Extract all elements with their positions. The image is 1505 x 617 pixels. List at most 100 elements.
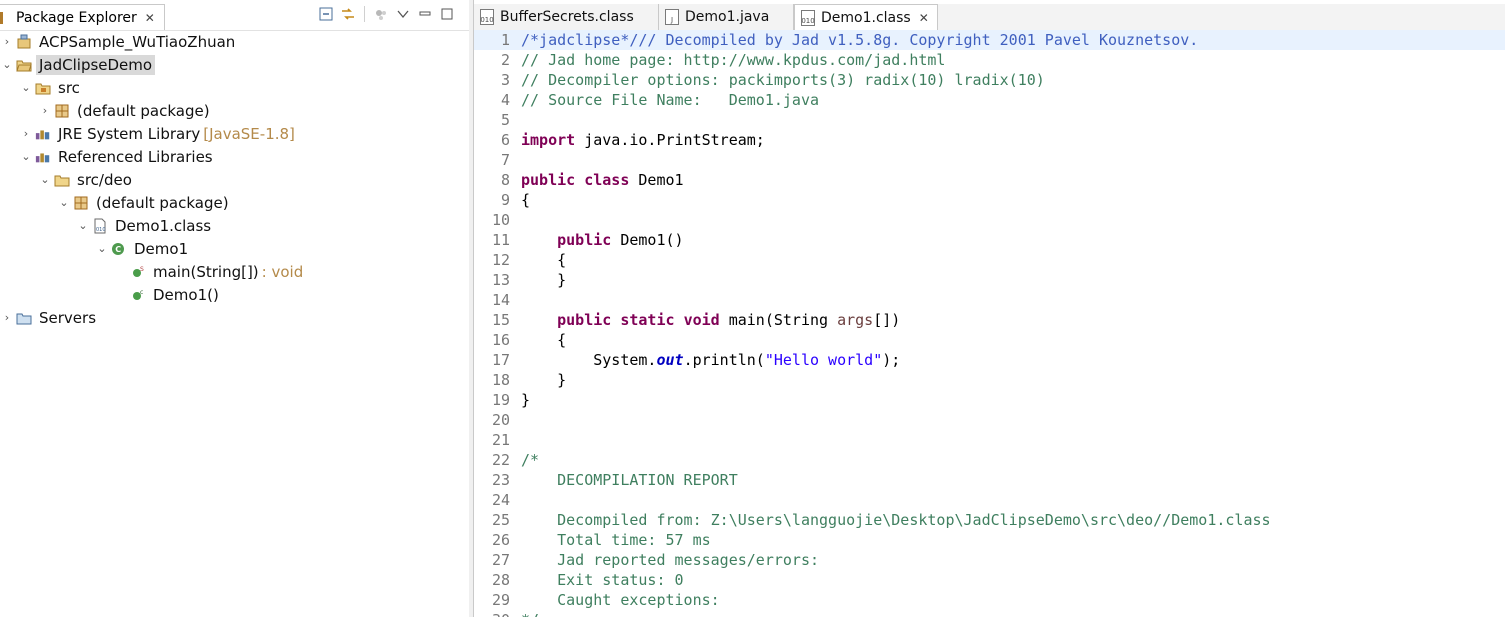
code-line[interactable]: 6 import java.io.PrintStream;	[474, 130, 1505, 150]
close-icon[interactable]: ✕	[145, 11, 155, 25]
maximize-icon[interactable]	[439, 6, 455, 22]
code-line[interactable]: 15 public static void main(String args[]…	[474, 310, 1505, 330]
code-line[interactable]: 9{	[474, 190, 1505, 210]
minimize-icon[interactable]	[417, 6, 433, 22]
collapsed-arrow-icon[interactable]: ›	[0, 311, 14, 324]
tree-item[interactable]: ⌄ 010 Demo1.class	[0, 214, 469, 237]
code-token: }	[521, 271, 567, 289]
code-line[interactable]: 5	[474, 110, 1505, 130]
code-line[interactable]: 17 System.out.println("Hello world");	[474, 350, 1505, 370]
expanded-arrow-icon[interactable]: ⌄	[76, 219, 90, 232]
editor-tab-bar: 010 BufferSecrets.class J Demo1.java 010 Demo…	[474, 4, 1505, 31]
code-area[interactable]: 1 /*jadclipse*/// Decompiled by Jad v1.5.…	[474, 30, 1505, 617]
code-line[interactable]: 24	[474, 490, 1505, 510]
code-line[interactable]: 26 Total time: 57 ms	[474, 530, 1505, 550]
code-token: Exit status: 0	[521, 571, 684, 589]
code-text: Caught exceptions:	[521, 590, 720, 610]
close-icon[interactable]: ✕	[919, 11, 929, 25]
package-explorer-tab[interactable]: Package Explorer ✕	[0, 4, 165, 31]
package-explorer-view: Package Explorer ✕ › ACPSample_WuTiaoZhua…	[0, 0, 470, 617]
code-line[interactable]: 22 /*	[474, 450, 1505, 470]
code-line[interactable]: 16 {	[474, 330, 1505, 350]
code-token: "Hello world"	[764, 351, 883, 369]
tree-item[interactable]: ⌄ JadClipseDemo	[0, 53, 469, 76]
code-line[interactable]: 30*/	[474, 610, 1505, 617]
code-line[interactable]: 8 public class Demo1	[474, 170, 1505, 190]
expanded-arrow-icon[interactable]: ⌄	[19, 150, 33, 163]
code-line[interactable]: 4 // Source File Name: Demo1.java	[474, 90, 1505, 110]
code-line[interactable]: 23 DECOMPILATION REPORT	[474, 470, 1505, 490]
tree-item[interactable]: Smain(String[]): void	[0, 260, 469, 283]
view-toolbar	[318, 6, 455, 22]
editor-tab[interactable]: J Demo1.java	[659, 4, 794, 30]
code-token: /*	[521, 451, 540, 469]
code-text: public class Demo1	[521, 170, 684, 190]
code-token: java.io.PrintStream;	[575, 131, 765, 149]
collapsed-arrow-icon[interactable]: ›	[38, 104, 52, 117]
code-token: // Decompiler options: packimports(3) ra…	[521, 71, 1054, 89]
line-number: 13	[491, 271, 510, 289]
line-number: 1	[500, 31, 510, 49]
code-line[interactable]: 29 Caught exceptions:	[474, 590, 1505, 610]
code-token: */	[521, 611, 539, 617]
code-line[interactable]: 25 Decompiled from: Z:\Users\langguojie\…	[474, 510, 1505, 530]
code-line[interactable]: 2 // Jad home page: http://www.kpdus.com/…	[474, 50, 1505, 70]
code-token: {	[521, 191, 531, 209]
collapsed-arrow-icon[interactable]: ›	[19, 127, 33, 140]
editor-tab[interactable]: 010 BufferSecrets.class	[474, 4, 659, 30]
view-menu-icon[interactable]	[395, 6, 411, 22]
package-icon	[73, 195, 89, 211]
code-line[interactable]: 18 }	[474, 370, 1505, 390]
code-text: Jad reported messages/errors:	[521, 550, 819, 570]
link-with-editor-icon[interactable]	[340, 6, 356, 22]
code-line[interactable]: 19}	[474, 390, 1505, 410]
tree-item[interactable]: ⌄ src/deo	[0, 168, 469, 191]
code-text: {	[521, 330, 566, 350]
code-line[interactable]: 11 public Demo1()	[474, 230, 1505, 250]
tree-item-label: src/deo	[77, 170, 132, 189]
project-icon	[16, 34, 32, 50]
expanded-arrow-icon[interactable]: ⌄	[0, 58, 14, 71]
code-line[interactable]: 12 {	[474, 250, 1505, 270]
svg-text:010: 010	[96, 227, 106, 233]
code-token: // Jad home page: http://www.kpdus.com/j…	[521, 51, 946, 69]
collapse-all-icon[interactable]	[318, 6, 334, 22]
code-line[interactable]: 20	[474, 410, 1505, 430]
code-token: Demo1	[629, 171, 684, 189]
svg-text:c: c	[140, 289, 143, 296]
code-token: DECOMPILATION REPORT	[521, 471, 738, 489]
expanded-arrow-icon[interactable]: ⌄	[57, 196, 71, 209]
tree-item[interactable]: › ACPSample_WuTiaoZhuan	[0, 30, 469, 53]
collapsed-arrow-icon[interactable]: ›	[0, 35, 14, 48]
code-text: public static void main(String args[])	[521, 310, 900, 330]
tree-item[interactable]: ⌄ Referenced Libraries	[0, 145, 469, 168]
code-line[interactable]: 14	[474, 290, 1505, 310]
tree-item[interactable]: › Servers	[0, 306, 469, 329]
code-line[interactable]: 3 // Decompiler options: packimports(3) r…	[474, 70, 1505, 90]
line-number: 5	[500, 111, 510, 129]
code-line[interactable]: 7	[474, 150, 1505, 170]
tree-item[interactable]: ⌄ (default package)	[0, 191, 469, 214]
line-number: 14	[491, 291, 510, 309]
code-line[interactable]: 13 }	[474, 270, 1505, 290]
expanded-arrow-icon[interactable]: ⌄	[38, 173, 52, 186]
editor-tab[interactable]: 010 Demo1.class ✕	[794, 4, 938, 31]
svg-text:S: S	[140, 266, 144, 273]
code-line[interactable]: 1 /*jadclipse*/// Decompiled by Jad v1.5.…	[474, 30, 1505, 50]
code-text: */	[521, 610, 539, 617]
expanded-arrow-icon[interactable]: ⌄	[95, 242, 109, 255]
code-line[interactable]: 21	[474, 430, 1505, 450]
tree-item[interactable]: ⌄ C Demo1	[0, 237, 469, 260]
code-line[interactable]: 10	[474, 210, 1505, 230]
tree-item[interactable]: › JRE System Library [JavaSE-1.8]	[0, 122, 469, 145]
code-line[interactable]: 28 Exit status: 0	[474, 570, 1505, 590]
code-line[interactable]: 27 Jad reported messages/errors:	[474, 550, 1505, 570]
tree-item[interactable]: c Demo1()	[0, 283, 469, 306]
code-text: }	[521, 390, 530, 410]
tree-item[interactable]: › (default package)	[0, 99, 469, 122]
tree-item[interactable]: ⌄ src	[0, 76, 469, 99]
tree-item-decoration: [JavaSE-1.8]	[203, 124, 295, 143]
expanded-arrow-icon[interactable]: ⌄	[19, 81, 33, 94]
focus-on-active-task-icon[interactable]	[373, 6, 389, 22]
